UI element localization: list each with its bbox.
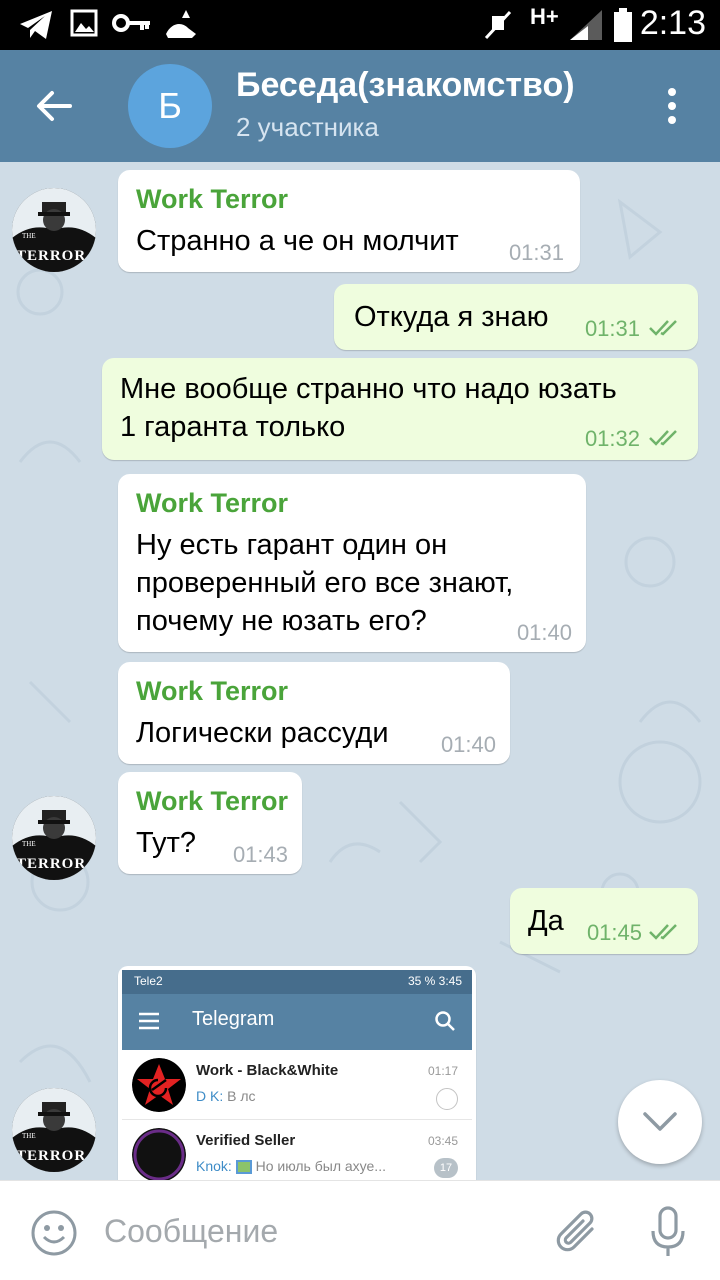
embedded-chat-name: Verified Seller <box>196 1132 296 1149</box>
message-list[interactable]: THE TERROR Work Terror Странно а че он м… <box>0 162 720 1180</box>
embedded-chat-preview: D K: В лс <box>196 1088 256 1104</box>
message-bubble[interactable]: Откуда я знаю 01:31 <box>334 284 698 350</box>
scroll-down-button[interactable] <box>618 1080 702 1164</box>
mute-icon <box>484 10 512 40</box>
embedded-chat-time: 01:17 <box>427 1064 458 1078</box>
sender-avatar[interactable]: THE TERROR <box>12 188 96 272</box>
message-text: почему не юзать его? <box>136 605 427 637</box>
message-text: проверенный его все знают, <box>136 567 514 599</box>
more-menu-icon[interactable] <box>664 88 680 128</box>
back-arrow-icon[interactable] <box>34 86 74 126</box>
message-time: 01:31 <box>584 316 640 341</box>
pet-icon <box>166 10 196 38</box>
message-composer <box>0 1180 720 1280</box>
message-bubble[interactable]: Work Terror Ну есть гарант один он прове… <box>118 474 586 652</box>
avatar-caption: TERROR <box>16 856 87 872</box>
avatar-caption: TERROR <box>16 1148 87 1164</box>
message-text: Странно а че он молчит <box>136 225 459 257</box>
key-icon <box>112 14 150 32</box>
battery-icon <box>614 8 632 42</box>
group-avatar[interactable]: Б <box>128 64 212 148</box>
emoji-icon[interactable] <box>30 1209 78 1257</box>
sender-name[interactable]: Work Terror <box>136 676 288 707</box>
chat-avatar-icon <box>132 1128 186 1180</box>
image-message[interactable]: Tele2 35 % 3:45 Telegram Work - Black&Wh… <box>118 966 476 1180</box>
message-bubble[interactable]: Work Terror Странно а че он молчит 01:31 <box>118 170 580 272</box>
search-icon <box>435 1011 455 1031</box>
embedded-carrier: Tele2 <box>134 974 163 988</box>
signal-icon <box>570 10 602 40</box>
message-text: Логически рассуди <box>136 717 389 749</box>
message-time: 01:40 <box>440 732 496 757</box>
sender-name[interactable]: Work Terror <box>136 488 288 519</box>
read-checkmarks-icon <box>649 924 677 940</box>
embedded-toolbar: Telegram <box>122 994 472 1050</box>
avatar-caption-small: THE <box>22 840 36 848</box>
network-type: H+ <box>530 4 559 29</box>
status-bar: H+ 2:13 <box>0 0 720 50</box>
pin-icon <box>436 1088 458 1110</box>
message-input[interactable] <box>104 1203 524 1259</box>
message-text: Откуда я знаю <box>354 301 549 333</box>
sender-name[interactable]: Work Terror <box>136 786 288 817</box>
message-time: 01:43 <box>232 842 288 867</box>
message-text: Тут? <box>136 827 196 859</box>
avatar-caption-small: THE <box>22 232 36 240</box>
attach-icon[interactable] <box>554 1207 600 1255</box>
message-time: 01:40 <box>516 620 572 645</box>
embedded-preview-author: Knok: <box>196 1158 232 1174</box>
picture-emoji-icon <box>235 1160 252 1175</box>
sender-name[interactable]: Work Terror <box>136 184 288 215</box>
message-bubble[interactable]: Да 01:45 <box>510 888 698 954</box>
status-time: 2:13 <box>639 4 706 42</box>
embedded-chat-time: 03:45 <box>427 1134 458 1148</box>
message-time: 01:45 <box>586 920 642 945</box>
message-text: 1 гаранта только <box>120 411 346 443</box>
chevron-down-icon <box>643 1112 677 1131</box>
hamburger-menu-icon <box>139 1012 159 1030</box>
microphone-icon[interactable] <box>648 1205 688 1259</box>
message-text: Ну есть гарант один он <box>136 529 448 561</box>
message-time: 01:31 <box>508 240 564 265</box>
embedded-preview-text: В лс <box>227 1088 256 1104</box>
message-bubble[interactable]: Мне вообще странно что надо юзать 1 гара… <box>102 358 698 460</box>
read-checkmarks-icon <box>649 430 677 446</box>
chat-header: Б Беседа(знакомство) 2 участника <box>0 50 720 162</box>
embedded-chat-name: Work - Black&White <box>196 1062 339 1079</box>
message-text: Да <box>528 905 564 937</box>
sender-avatar[interactable]: THE TERROR <box>12 796 96 880</box>
embedded-chat-row: Work - Black&White 01:17 D K: В лс <box>122 1050 472 1120</box>
telegram-icon <box>20 11 52 39</box>
soviet-star-avatar-icon <box>132 1058 186 1112</box>
chat-title[interactable]: Беседа(знакомство) <box>236 66 575 105</box>
participants-count: 2 участника <box>236 112 379 142</box>
avatar-caption-small: THE <box>22 1132 36 1140</box>
message-bubble[interactable]: Work Terror Логически рассуди 01:40 <box>118 662 510 764</box>
embedded-preview-author: D K: <box>196 1088 224 1104</box>
image-icon <box>70 9 98 37</box>
message-time: 01:32 <box>584 426 640 451</box>
message-bubble[interactable]: Work Terror Тут? 01:43 <box>118 772 302 874</box>
embedded-preview-text: Но июль был ахуе... <box>255 1158 386 1174</box>
unread-badge: 17 <box>434 1158 458 1178</box>
avatar-caption: TERROR <box>16 248 87 264</box>
embedded-chat-row: Verified Seller 03:45 Knok: Но июль был … <box>122 1120 472 1180</box>
embedded-app-title: Telegram <box>192 1008 275 1030</box>
sender-avatar[interactable]: THE TERROR <box>12 1088 96 1172</box>
embedded-status-right: 35 % 3:45 <box>407 974 462 988</box>
read-checkmarks-icon <box>649 320 677 336</box>
embedded-status-bar: Tele2 35 % 3:45 <box>122 970 472 994</box>
message-text: Мне вообще странно что надо юзать <box>120 373 617 405</box>
embedded-chat-preview: Knok: Но июль был ахуе... <box>196 1158 386 1175</box>
